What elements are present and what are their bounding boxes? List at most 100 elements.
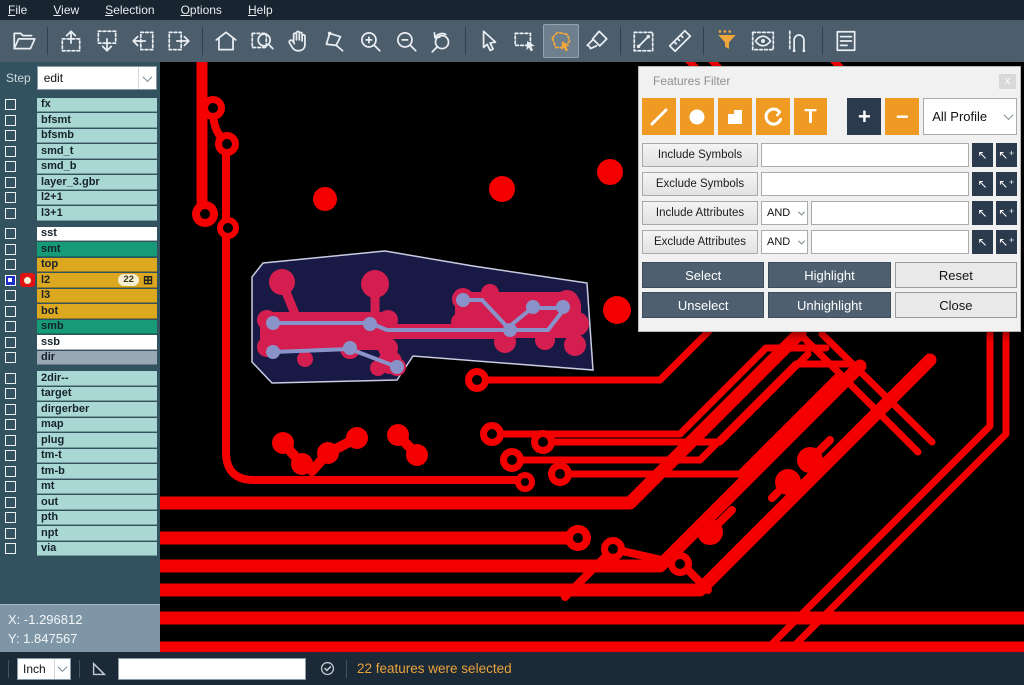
and-operator-select[interactable]: AND [761,230,808,254]
feature-type-remove-button[interactable]: − [885,98,919,135]
layer-row[interactable]: bot [0,304,160,320]
layer-visibility-checkbox[interactable] [5,146,16,157]
layer-visibility-checkbox[interactable] [5,512,16,523]
layer-row[interactable]: smt [0,242,160,258]
layer-name[interactable]: l3+1 [37,206,157,221]
step-select[interactable]: edit [37,66,157,90]
layer-visibility-checkbox[interactable] [5,177,16,188]
layer-name[interactable]: tm-b [37,464,157,479]
layer-row[interactable]: 2dir-- [0,371,160,387]
layer-name[interactable]: smt [37,242,157,257]
layer-visibility-checkbox[interactable] [5,528,16,539]
command-input[interactable] [118,658,306,680]
layer-visibility-checkbox[interactable] [5,130,16,141]
select-pointer-icon[interactable] [471,24,507,58]
unselect-button[interactable]: Unselect [642,292,764,318]
layer-name[interactable]: npt [37,526,157,541]
layer-row[interactable]: pth [0,510,160,526]
profile-select[interactable]: All Profile [923,98,1017,135]
dialog-title-bar[interactable]: Features Filter x [639,67,1020,93]
layer-row[interactable]: dir [0,350,160,366]
filter-value-input[interactable] [811,230,969,254]
layer-row[interactable]: l222⊞ [0,273,160,289]
layer-visibility-checkbox[interactable] [5,466,16,477]
filter-label-button[interactable]: Exclude Attributes [642,230,758,254]
feature-type-surface-button[interactable] [718,98,752,135]
layer-row[interactable]: smd_t [0,144,160,160]
layer-name[interactable]: top [37,258,157,273]
zoom-object-icon[interactable] [316,24,352,58]
layer-name[interactable]: bot [37,304,157,319]
layer-name[interactable]: target [37,387,157,402]
layer-row[interactable]: smd_b [0,159,160,175]
layer-name[interactable]: l3 [37,289,157,304]
zoom-in-icon[interactable] [352,24,388,58]
feature-type-add-button[interactable]: + [847,98,881,135]
pick-add-button[interactable]: ↖⁺ [996,201,1017,225]
layer-row[interactable]: smb [0,319,160,335]
layer-row[interactable]: npt [0,526,160,542]
layer-name[interactable]: layer_3.gbr [37,175,157,190]
layer-name[interactable]: out [37,495,157,510]
filter-label-button[interactable]: Include Symbols [642,143,758,167]
filter-value-input[interactable] [761,172,969,196]
layer-visibility-checkbox[interactable] [5,115,16,126]
refresh-icon[interactable] [316,660,338,677]
layer-name[interactable]: 2dir-- [37,371,157,386]
layer-visibility-checkbox[interactable] [5,373,16,384]
layer-row[interactable]: mt [0,479,160,495]
menu-item-help[interactable]: Help [248,3,273,17]
pan-up-icon[interactable] [53,24,89,58]
layer-row[interactable]: layer_3.gbr [0,175,160,191]
pan-hand-icon[interactable] [280,24,316,58]
layer-row[interactable]: l3+1 [0,206,160,222]
layer-row[interactable]: dirgerber [0,402,160,418]
pick-button[interactable]: ↖ [972,143,993,167]
layer-visibility-checkbox[interactable] [5,244,16,255]
layer-name[interactable]: dirgerber [37,402,157,417]
pan-right-icon[interactable] [161,24,197,58]
grid-icon[interactable]: ⊞ [143,274,153,286]
layer-visibility-checkbox[interactable] [5,228,16,239]
layer-row[interactable]: bfsmb [0,128,160,144]
layer-visibility-checkbox[interactable] [5,192,16,203]
layer-name[interactable]: bfsmt [37,113,157,128]
layer-visibility-checkbox[interactable] [5,419,16,430]
layer-name[interactable]: l222⊞ [37,273,157,288]
layer-name[interactable]: plug [37,433,157,448]
filter-value-input[interactable] [761,143,969,167]
menu-item-file[interactable]: File [8,3,27,17]
layer-visibility-checkbox[interactable] [5,435,16,446]
view-options-icon[interactable] [745,24,781,58]
layer-visibility-checkbox[interactable] [5,404,16,415]
pick-add-button[interactable]: ↖⁺ [996,143,1017,167]
highlight-button[interactable]: Highlight [768,262,890,288]
layer-row[interactable]: tm-t [0,448,160,464]
select-polygon-icon[interactable] [543,24,579,58]
layer-name[interactable]: l2+1 [37,191,157,206]
layer-name[interactable]: bfsmb [37,129,157,144]
pick-add-button[interactable]: ↖⁺ [996,230,1017,254]
layer-name[interactable]: tm-t [37,449,157,464]
layer-name[interactable]: smb [37,320,157,335]
close-button[interactable]: Close [895,292,1017,318]
open-folder-icon[interactable] [6,24,42,58]
pick-button[interactable]: ↖ [972,230,993,254]
feature-type-arc-button[interactable] [756,98,790,135]
layer-visibility-checkbox[interactable] [5,161,16,172]
layer-name[interactable]: via [37,542,157,557]
ruler-icon[interactable] [662,24,698,58]
layer-name[interactable]: ssb [37,335,157,350]
layer-name[interactable]: smd_b [37,160,157,175]
pick-add-button[interactable]: ↖⁺ [996,172,1017,196]
layer-visibility-checkbox[interactable] [5,450,16,461]
menu-item-options[interactable]: Options [181,3,222,17]
menu-item-view[interactable]: View [53,3,79,17]
layer-row[interactable]: ssb [0,335,160,351]
unit-select[interactable]: Inch [17,658,71,680]
layer-row[interactable]: via [0,541,160,557]
properties-panel-icon[interactable] [828,24,864,58]
filter-label-button[interactable]: Include Attributes [642,201,758,225]
layer-row[interactable]: sst [0,226,160,242]
layer-name[interactable]: sst [37,227,157,242]
